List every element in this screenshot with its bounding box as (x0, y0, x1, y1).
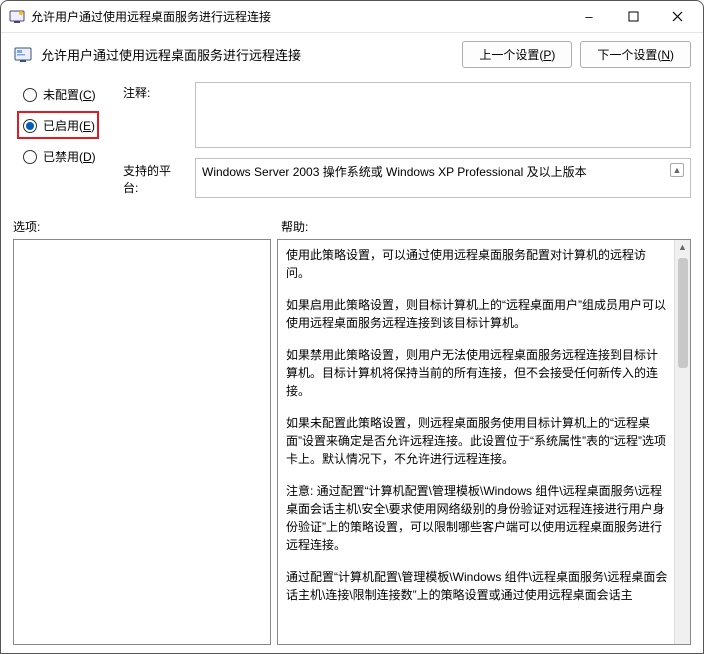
platform-text: Windows Server 2003 操作系统或 Windows XP Pro… (202, 163, 587, 180)
supported-platform-box: Windows Server 2003 操作系统或 Windows XP Pro… (195, 158, 691, 198)
help-paragraph: 如果未配置此策略设置，则远程桌面服务使用目标计算机上的“远程桌面”设置来确定是否… (286, 414, 668, 468)
field-values: Windows Server 2003 操作系统或 Windows XP Pro… (195, 82, 691, 198)
help-paragraph: 使用此策略设置，可以通过使用远程桌面服务配置对计算机的远程访问。 (286, 246, 668, 282)
platform-label: 支持的平台: (123, 162, 185, 192)
section-labels: 选项: 帮助: (1, 200, 703, 239)
help-paragraph: 通过配置“计算机配置\管理模板\Windows 组件\远程桌面服务\远程桌面会话… (286, 568, 668, 604)
policy-editor-window: 允许用户通过使用远程桌面服务进行远程连接 – 允许用户通过使用远程桌面服务进行远… (0, 0, 704, 654)
next-setting-button[interactable]: 下一个设置(N) (580, 41, 691, 68)
help-paragraph: 如果禁用此策略设置，则用户无法使用远程桌面服务远程连接到目标计算机。目标计算机将… (286, 346, 668, 400)
maximize-button[interactable] (611, 2, 655, 32)
scroll-up-arrow-icon[interactable]: ▲ (678, 240, 687, 256)
scroll-up-icon[interactable]: ▲ (670, 163, 684, 177)
radio-icon-selected (23, 119, 37, 133)
help-paragraph: 注意: 通过配置“计算机配置\管理模板\Windows 组件\远程桌面服务\远程… (286, 482, 668, 554)
help-panel: 使用此策略设置，可以通过使用远程桌面服务配置对计算机的远程访问。 如果启用此策略… (277, 239, 691, 645)
radio-group: 未配置(C) 已启用(E) 已禁用(D) (23, 82, 113, 198)
titlebar: 允许用户通过使用远程桌面服务进行远程连接 – (1, 1, 703, 33)
help-paragraph: 如果启用此策略设置，则目标计算机上的“远程桌面用户”组成员用户可以使用远程桌面服… (286, 296, 668, 332)
help-label: 帮助: (281, 218, 308, 235)
minimize-button[interactable]: – (567, 2, 611, 32)
radio-icon (23, 150, 37, 164)
radio-enabled[interactable]: 已启用(E) (23, 117, 113, 134)
field-labels: 注释: 支持的平台: (123, 82, 185, 198)
previous-setting-button[interactable]: 上一个设置(P) (462, 41, 572, 68)
window-title: 允许用户通过使用远程桌面服务进行远程连接 (31, 8, 567, 25)
radio-icon (23, 88, 37, 102)
scrollbar[interactable]: ▲ (674, 240, 690, 644)
scroll-thumb[interactable] (678, 258, 688, 368)
radio-not-configured[interactable]: 未配置(C) (23, 86, 113, 103)
options-panel[interactable] (13, 239, 271, 645)
policy-icon (13, 45, 33, 65)
panels: 使用此策略设置，可以通过使用远程桌面服务配置对计算机的远程访问。 如果启用此策略… (1, 239, 703, 653)
comment-label: 注释: (123, 84, 185, 162)
radio-disabled[interactable]: 已禁用(D) (23, 148, 113, 165)
header-row: 允许用户通过使用远程桌面服务进行远程连接 上一个设置(P) 下一个设置(N) (1, 33, 703, 78)
close-button[interactable] (655, 2, 699, 32)
app-icon (9, 9, 25, 25)
config-row: 未配置(C) 已启用(E) 已禁用(D) 注释: 支持的平台: Windows … (1, 78, 703, 200)
help-content: 使用此策略设置，可以通过使用远程桌面服务配置对计算机的远程访问。 如果启用此策略… (286, 246, 682, 604)
policy-title: 允许用户通过使用远程桌面服务进行远程连接 (41, 45, 454, 64)
options-label: 选项: (13, 218, 281, 235)
comment-textarea[interactable] (195, 82, 691, 148)
